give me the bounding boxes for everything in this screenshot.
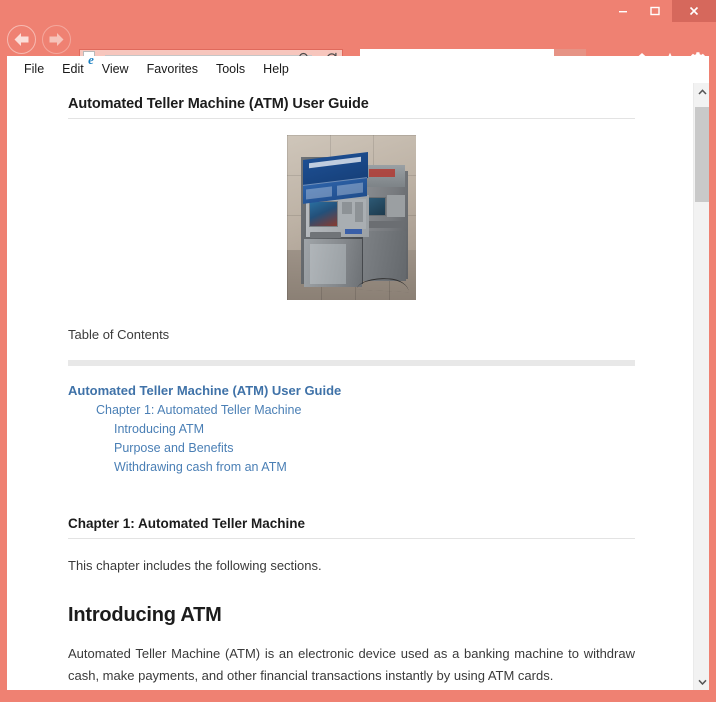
title-bar xyxy=(0,0,716,22)
arrow-right-icon xyxy=(49,33,64,46)
maximize-icon xyxy=(650,6,660,16)
section-heading: Introducing ATM xyxy=(68,604,222,626)
title-divider xyxy=(68,118,635,119)
close-button[interactable] xyxy=(672,0,716,22)
toc-link-purpose-and-benefits[interactable]: Purpose and Benefits xyxy=(114,441,635,455)
menu-item-help[interactable]: Help xyxy=(254,56,298,83)
table-of-contents: Automated Teller Machine (ATM) User Guid… xyxy=(68,383,635,474)
menu-item-favorites[interactable]: Favorites xyxy=(138,56,207,83)
vertical-scrollbar[interactable] xyxy=(693,83,709,690)
toc-link-withdrawing-cash[interactable]: Withdrawing cash from an ATM xyxy=(114,460,635,474)
menu-item-view[interactable]: View xyxy=(93,56,138,83)
atm-figure xyxy=(68,135,635,305)
document-body: Automated Teller Machine (ATM) User Guid… xyxy=(7,83,695,690)
arrow-left-icon xyxy=(14,33,29,46)
chapter-heading: Chapter 1: Automated Teller Machine xyxy=(68,516,306,531)
toc-label: Table of Contents xyxy=(68,327,170,342)
minimize-button[interactable] xyxy=(608,0,638,22)
chevron-down-icon xyxy=(697,679,707,685)
atm-photo xyxy=(287,135,416,300)
maximize-button[interactable] xyxy=(640,0,670,22)
forward-button[interactable] xyxy=(42,25,71,54)
chapter-divider xyxy=(68,538,635,539)
toc-link-guide[interactable]: Automated Teller Machine (ATM) User Guid… xyxy=(68,383,635,398)
browser-window: e File Edit View Favorites Tools Help Au… xyxy=(0,0,716,702)
page-title: Automated Teller Machine (ATM) User Guid… xyxy=(68,96,369,112)
menu-item-file[interactable]: File xyxy=(15,56,53,83)
close-icon xyxy=(689,6,699,16)
toc-link-introducing-atm[interactable]: Introducing ATM xyxy=(114,422,635,436)
section-paragraph: Automated Teller Machine (ATM) is an ele… xyxy=(68,646,635,683)
menu-item-tools[interactable]: Tools xyxy=(207,56,254,83)
chevron-up-icon xyxy=(697,88,707,95)
content-viewport: Automated Teller Machine (ATM) User Guid… xyxy=(7,83,709,690)
navigation-toolbar: e xyxy=(0,22,716,78)
minimize-icon xyxy=(619,11,627,13)
toc-link-chapter-1[interactable]: Chapter 1: Automated Teller Machine xyxy=(96,403,635,417)
menu-bar: File Edit View Favorites Tools Help xyxy=(7,56,709,83)
scroll-down-button[interactable] xyxy=(694,673,709,690)
chapter-intro-text: This chapter includes the following sect… xyxy=(68,558,322,573)
scroll-up-button[interactable] xyxy=(694,83,709,100)
scrollbar-thumb[interactable] xyxy=(695,107,709,202)
ie-logo-glyph: e xyxy=(88,52,94,67)
back-button[interactable] xyxy=(7,25,36,54)
toc-divider xyxy=(68,360,635,366)
